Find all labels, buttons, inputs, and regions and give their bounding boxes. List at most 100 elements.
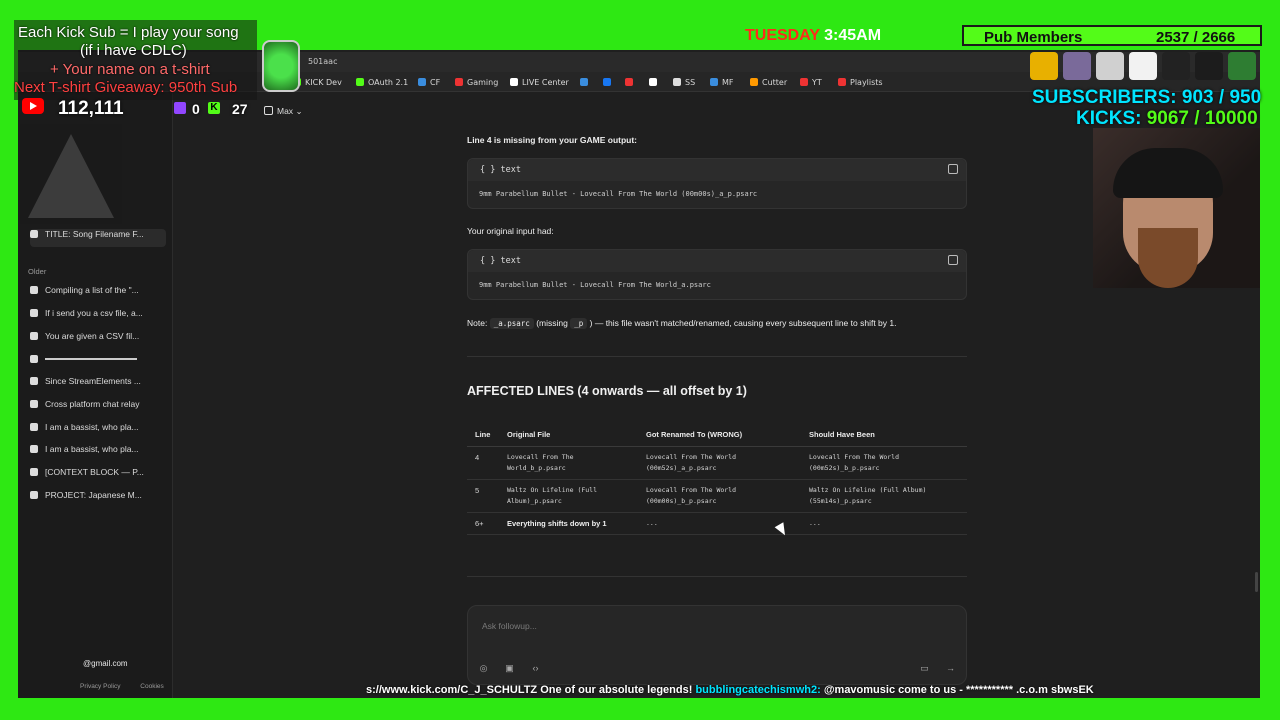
cell-line: 6+ <box>467 512 499 535</box>
sidebar-item-song-filename[interactable]: TITLE: Song Filename F... <box>30 229 166 247</box>
sidebar-section-older: Older <box>28 267 47 276</box>
account-email[interactable]: @gmail.com <box>83 659 128 668</box>
table-row: 5 Waltz On Lifeline (Full Album)_p.psarc… <box>467 479 967 513</box>
bookmark-playlists[interactable]: Playlists <box>838 78 883 87</box>
attach-icon[interactable]: ▭ <box>919 663 930 674</box>
table-row: 6+ Everything shifts down by 1 ... ... <box>467 512 967 535</box>
code-block: { } text 9mm Parabellum Bullet - Lovecal… <box>467 249 967 300</box>
bookmark-ss[interactable]: SS <box>673 78 695 87</box>
code-icon[interactable]: ‹› <box>530 663 541 674</box>
sidebar-item[interactable]: I am a bassist, who pla... <box>30 444 166 462</box>
overlay-line: (if i have CDLC) <box>80 42 187 59</box>
bookmark-x-icon[interactable] <box>649 78 661 87</box>
overlay-tree-graphic <box>20 124 122 224</box>
cell-original: Everything shifts down by 1 <box>499 512 638 535</box>
cell-line: 4 <box>467 446 499 480</box>
code-content: 9mm Parabellum Bullet - Lovecall From Th… <box>479 281 711 289</box>
cell-original: Lovecall From The World_b_p.psarc <box>499 446 638 480</box>
cell-should: Lovecall From The World (00m52s)_b_p.psa… <box>801 446 967 480</box>
youtube-count: 112,111 <box>58 98 124 119</box>
x-logo-icon <box>30 332 38 340</box>
followup-input[interactable]: Ask followup... ◎ ▣ ‹› ▭ → <box>467 605 967 685</box>
sidebar-item[interactable]: PROJECT: Japanese M... <box>30 490 166 508</box>
x-logo-icon <box>30 377 38 385</box>
twitch-icon <box>174 102 186 114</box>
copy-icon[interactable] <box>948 255 958 265</box>
globe-icon <box>30 445 38 453</box>
code-language: { } text <box>480 165 521 175</box>
message-paragraph: Line 4 is missing from your GAME output: <box>467 135 638 145</box>
sidebar-item[interactable]: Cross platform chat relay <box>30 399 166 417</box>
image-icon[interactable]: ▣ <box>504 663 515 674</box>
send-arrow-icon[interactable]: → <box>945 663 956 674</box>
twitch-count: 0 <box>192 101 200 117</box>
privacy-policy-link[interactable]: Privacy Policy <box>80 683 120 690</box>
sidebar-item[interactable]: Since StreamElements ... <box>30 376 166 394</box>
message-paragraph: Your original input had: <box>467 226 554 236</box>
sidebar-item[interactable] <box>30 354 166 372</box>
tshirt-icon <box>1096 52 1124 80</box>
code-header: { } text <box>468 250 966 272</box>
webcam-feed <box>1093 128 1260 288</box>
url-text: 501aac <box>308 57 338 66</box>
bookmark-gaming[interactable]: Gaming <box>455 78 498 87</box>
chevron-down-icon: ⌄ <box>295 106 303 116</box>
pub-members-count: 2537 / 2666 <box>1156 29 1236 46</box>
model-selector[interactable]: Max ⌄ <box>264 106 303 117</box>
cell-wrong: Lovecall From The World (00m00s)_b_p.psa… <box>638 479 801 513</box>
bookmark-cutter[interactable]: Cutter <box>750 78 787 87</box>
cookies-link[interactable]: Cookies <box>140 683 163 690</box>
bookmark-youtube-icon[interactable] <box>625 78 637 87</box>
column-header: Original File <box>499 424 638 447</box>
globe-icon <box>30 400 38 408</box>
tshirt-icon <box>1195 52 1223 80</box>
cell-should: ... <box>801 512 967 535</box>
bookmark-mf[interactable]: MF <box>710 78 734 87</box>
bookmark-oauth[interactable]: OAuth 2.1 <box>356 78 408 87</box>
followup-placeholder: Ask followup... <box>482 621 537 631</box>
code-block: { } text 9mm Parabellum Bullet - Lovecal… <box>467 158 967 209</box>
bookmark-messenger-icon[interactable] <box>580 78 592 87</box>
x-logo-icon <box>30 491 38 499</box>
overlay-line: + Your name on a t-shirt <box>50 61 210 78</box>
bookmark-cf[interactable]: CF <box>418 78 440 87</box>
bookmark-kick-dev[interactable]: KICK Dev <box>293 78 342 87</box>
streamer-beard <box>1138 228 1198 288</box>
cell-original: Waltz On Lifeline (Full Album)_p.psarc <box>499 479 638 513</box>
subscribers-goal: SUBSCRIBERS: 903 / 950 <box>1032 87 1262 108</box>
code-language: { } text <box>480 256 521 266</box>
sidebar-item[interactable]: [CONTEXT BLOCK — P... <box>30 467 166 485</box>
column-header: Line <box>467 424 499 447</box>
copy-icon[interactable] <box>948 164 958 174</box>
cell-should: Waltz On Lifeline (Full Album) (55m14s)_… <box>801 479 967 513</box>
browser-window: 501aac KICK Dev OAuth 2.1 CF Gaming LIVE… <box>18 50 1260 698</box>
chat-ticker: s://www.kick.com/C_J_SCHULTZ One of our … <box>366 684 1094 696</box>
code-header: { } text <box>468 159 966 181</box>
bookmark-live-center[interactable]: LIVE Center <box>510 78 569 87</box>
bookmark-yt[interactable]: YT <box>800 78 822 87</box>
pub-members-label: Pub Members <box>984 29 1083 46</box>
chat-icon <box>30 230 38 238</box>
overlay-line: Each Kick Sub = I play your song <box>18 24 239 41</box>
pub-members-bar: Pub Members 2537 / 2666 <box>962 25 1262 46</box>
tip-jar-icon <box>262 40 300 92</box>
sidebar-item[interactable]: If i send you a csv file, a... <box>30 308 166 326</box>
tshirt-icon <box>1162 52 1190 80</box>
section-heading: AFFECTED LINES (4 onwards — all offset b… <box>467 384 747 398</box>
column-header: Should Have Been <box>801 424 967 447</box>
kicks-goal: KICKS: 9067 / 10000 <box>1076 108 1258 129</box>
sidebar-item[interactable]: You are given a CSV fil... <box>30 331 166 349</box>
globe-icon[interactable]: ◎ <box>478 663 489 674</box>
cell-wrong: Lovecall From The World (00m52s)_a_p.psa… <box>638 446 801 480</box>
sidebar-item[interactable]: I am a bassist, who pla... <box>30 422 166 440</box>
tshirt-icon <box>1228 52 1256 80</box>
tshirt-row <box>1030 52 1262 86</box>
scrollbar-thumb[interactable] <box>1255 572 1258 592</box>
table-header-row: Line Original File Got Renamed To (WRONG… <box>467 424 967 447</box>
kick-count: 27 <box>232 101 248 117</box>
globe-icon <box>30 286 38 294</box>
affected-lines-table: Line Original File Got Renamed To (WRONG… <box>467 424 967 535</box>
bookmark-facebook-icon[interactable] <box>603 78 615 87</box>
x-logo-icon <box>30 355 38 363</box>
sidebar-item[interactable]: Compiling a list of the "... <box>30 285 166 303</box>
